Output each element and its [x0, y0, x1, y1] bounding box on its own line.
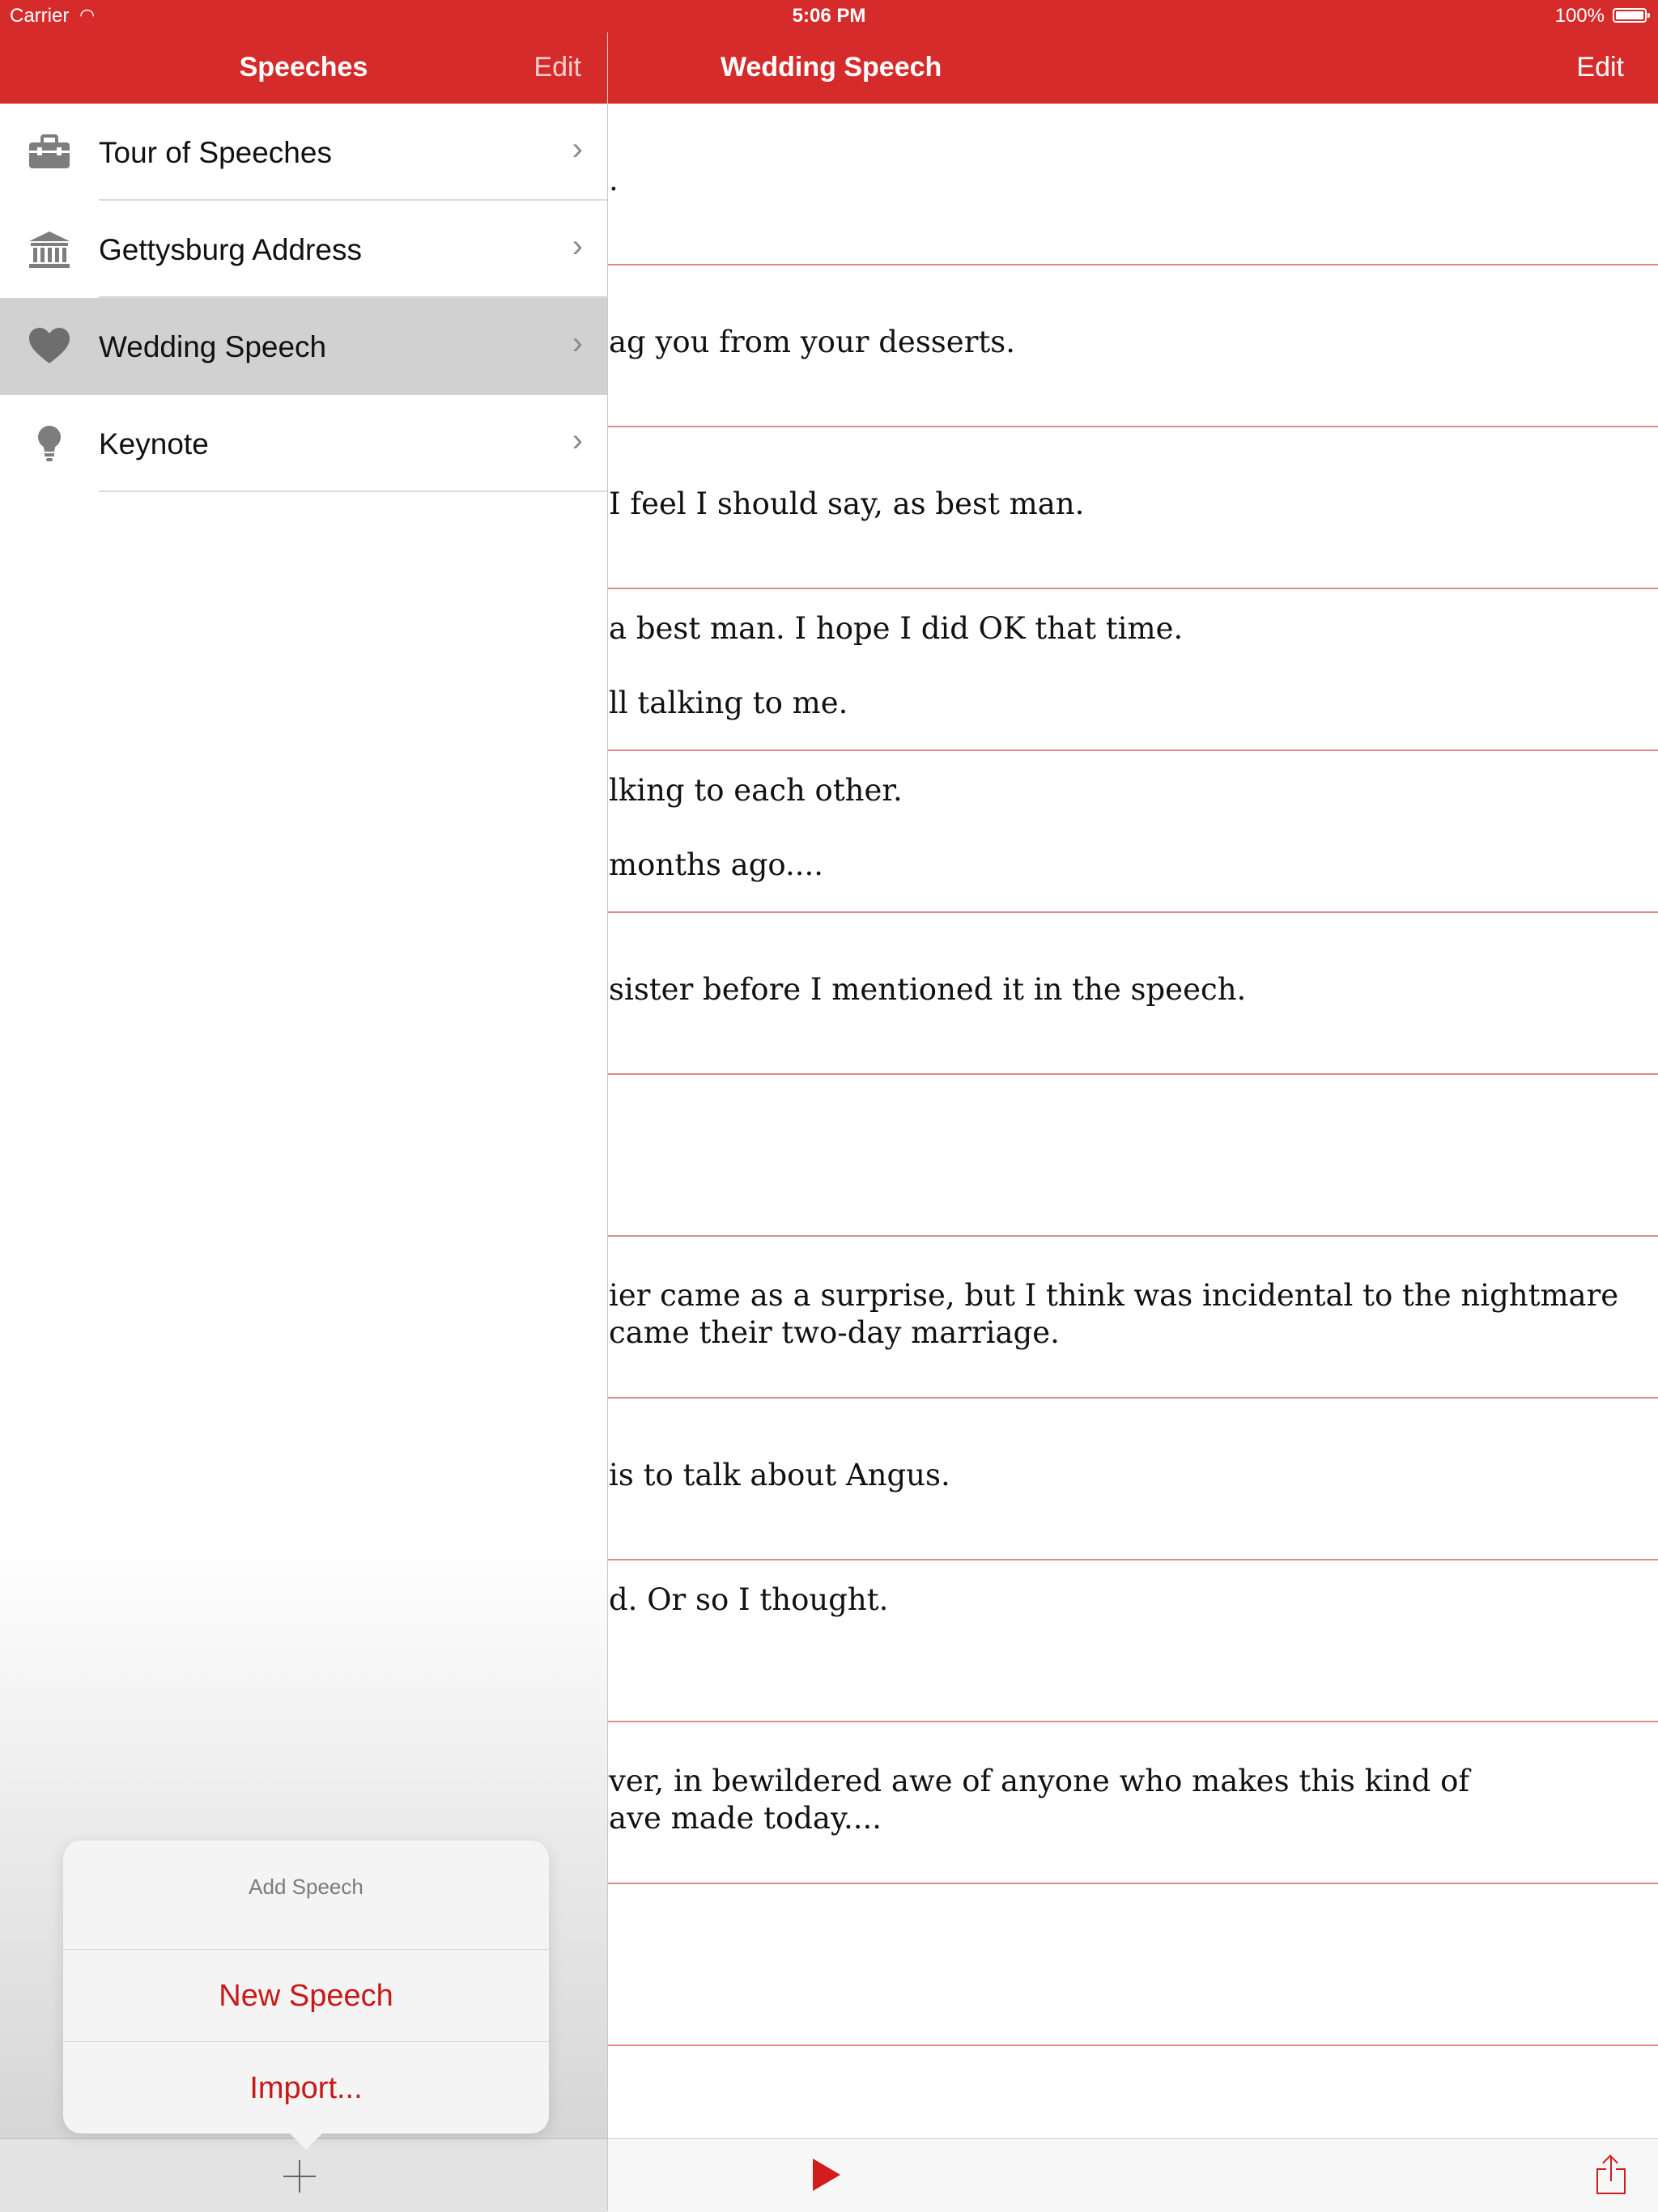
- speech-line-text: ier came as a surprise, but I think was …: [609, 1278, 1619, 1313]
- speech-item-label: Tour of Speeches: [99, 136, 332, 169]
- speech-line-text: came their two-day marriage.: [609, 1315, 1060, 1350]
- sidebar-title: Speeches: [239, 52, 368, 83]
- speech-line-text: d. Or so I thought.: [609, 1582, 889, 1617]
- briefcase-icon: [29, 134, 70, 168]
- heart-icon: [29, 328, 70, 363]
- status-bar: Carrier ◠ 5:06 PM 100%: [0, 0, 1658, 32]
- battery-icon: [1613, 8, 1650, 23]
- speech-line-text: .: [609, 163, 619, 197]
- speech-item-keynote[interactable]: Keynote ›: [0, 395, 607, 492]
- speech-item-wedding-speech[interactable]: Wedding Speech ›: [0, 298, 607, 395]
- detail-title: Wedding Speech: [721, 52, 942, 83]
- speech-item-gettysburg-address[interactable]: Gettysburg Address ›: [0, 201, 607, 298]
- chevron-right-icon: ›: [572, 325, 583, 361]
- speech-line-text: ver, in bewildered awe of anyone who mak…: [609, 1764, 1470, 1798]
- detail-edit-button[interactable]: Edit: [1576, 52, 1624, 83]
- lightbulb-icon: [38, 426, 61, 461]
- speech-list: Tour of Speeches › Gettysburg Address ›: [0, 104, 607, 492]
- speech-line-text: sister before I mentioned it in the spee…: [609, 972, 1247, 1007]
- speech-item-label: Keynote: [99, 427, 209, 461]
- speech-item-label: Wedding Speech: [99, 330, 327, 363]
- share-icon[interactable]: [1596, 2155, 1626, 2194]
- speech-line-text: months ago....: [609, 847, 824, 882]
- sidebar-edit-button[interactable]: Edit: [534, 52, 581, 83]
- building-icon: [29, 231, 70, 268]
- add-icon[interactable]: [283, 2160, 316, 2193]
- battery-percentage: 100%: [1554, 5, 1605, 27]
- speech-item-tour-of-speeches[interactable]: Tour of Speeches ›: [0, 104, 607, 201]
- speech-item-label: Gettysburg Address: [99, 233, 362, 266]
- speech-line-text: I feel I should say, as best man.: [609, 486, 1085, 521]
- speech-line-text: ll talking to me.: [609, 686, 848, 720]
- popover-title: Add Speech: [249, 1874, 363, 1899]
- speech-line-text: ag you from your desserts.: [609, 325, 1015, 359]
- speech-line-text: ave made today....: [609, 1801, 882, 1836]
- chevron-right-icon: ›: [572, 422, 583, 458]
- detail-toolbar: [607, 2138, 1658, 2212]
- chevron-right-icon: ›: [572, 131, 583, 167]
- chevron-right-icon: ›: [572, 228, 583, 264]
- add-speech-popover: Add Speech New Speech Import...: [63, 1841, 549, 2150]
- speech-line-text: a best man. I hope I did OK that time.: [609, 611, 1184, 646]
- status-time: 5:06 PM: [792, 5, 866, 27]
- play-icon[interactable]: [813, 2159, 840, 2191]
- speech-line-text: lking to each other.: [609, 773, 903, 808]
- import-button[interactable]: Import...: [63, 2041, 549, 2134]
- new-speech-button[interactable]: New Speech: [63, 1949, 549, 2042]
- speech-line-text: is to talk about Angus.: [609, 1458, 950, 1492]
